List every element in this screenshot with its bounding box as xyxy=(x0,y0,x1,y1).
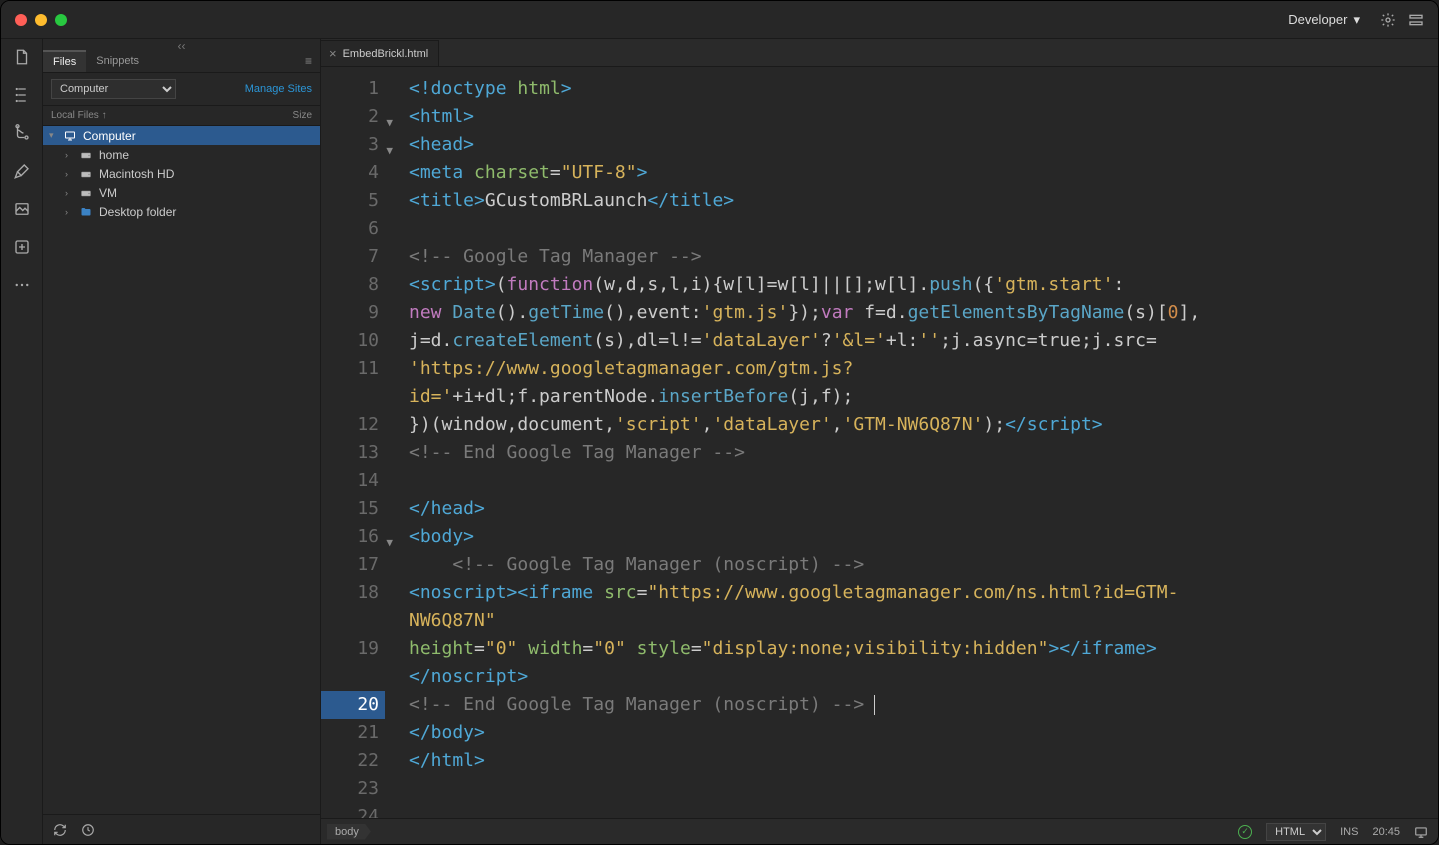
preferences-icon[interactable] xyxy=(1408,12,1424,28)
workspace-switcher[interactable]: Developer ▾ xyxy=(1280,8,1368,32)
statusbar: body ✓ HTML INS 20:45 xyxy=(321,818,1438,844)
file-manager-icon[interactable] xyxy=(12,85,32,105)
files-panel: ‹‹ Files Snippets ≡ Computer Manage Site… xyxy=(43,39,321,844)
tab-snippets[interactable]: Snippets xyxy=(86,51,149,71)
col-local-files[interactable]: Local Files ↑ xyxy=(51,110,293,121)
tree-item[interactable]: ▾Computer xyxy=(43,126,320,145)
panel-collapse-icon[interactable]: ‹‹ xyxy=(43,39,320,49)
cursor-position: 20:45 xyxy=(1372,826,1400,838)
workspace-label: Developer xyxy=(1288,12,1347,27)
tree-item[interactable]: ›Desktop folder xyxy=(43,202,320,221)
sync-icon[interactable] xyxy=(81,823,95,837)
chevron-down-icon: ▾ xyxy=(1353,12,1360,28)
close-tab-icon[interactable]: × xyxy=(329,46,337,61)
panel-tabs: Files Snippets ≡ xyxy=(43,49,320,73)
new-file-icon[interactable] xyxy=(12,47,32,67)
insert-icon[interactable] xyxy=(12,237,32,257)
tree-item[interactable]: ›home xyxy=(43,145,320,164)
code-editor[interactable]: 12▼3▼45678910111213141516▼17181920212223… xyxy=(321,67,1438,818)
col-size[interactable]: Size xyxy=(293,110,312,121)
editor-tabbar: × EmbedBrickl.html xyxy=(321,39,1438,67)
assets-icon[interactable] xyxy=(12,199,32,219)
maximize-window-button[interactable] xyxy=(55,14,67,26)
tree-item[interactable]: ›VM xyxy=(43,183,320,202)
manage-sites-link[interactable]: Manage Sites xyxy=(245,83,312,95)
titlebar: Developer ▾ xyxy=(1,1,1438,39)
status-ok-icon[interactable]: ✓ xyxy=(1238,825,1252,839)
insert-mode[interactable]: INS xyxy=(1340,826,1358,838)
brush-icon[interactable] xyxy=(12,161,32,181)
more-icon[interactable] xyxy=(12,275,32,295)
app-window: Developer ▾ ‹‹ Files xyxy=(0,0,1439,845)
file-tree[interactable]: ▾Computer›home›Macintosh HD›VM›Desktop f… xyxy=(43,126,320,814)
code-content[interactable]: <!doctype html><html><head><meta charset… xyxy=(385,67,1438,818)
close-window-button[interactable] xyxy=(15,14,27,26)
window-controls xyxy=(15,14,67,26)
tool-rail xyxy=(1,39,43,844)
line-gutter: 12▼3▼45678910111213141516▼17181920212223… xyxy=(321,67,385,818)
panel-menu-icon[interactable]: ≡ xyxy=(297,54,320,68)
editor-area: × EmbedBrickl.html 12▼3▼4567891011121314… xyxy=(321,39,1438,844)
tab-files[interactable]: Files xyxy=(43,50,86,72)
file-tab[interactable]: × EmbedBrickl.html xyxy=(321,40,439,66)
refresh-icon[interactable] xyxy=(53,823,67,837)
tree-item[interactable]: ›Macintosh HD xyxy=(43,164,320,183)
breadcrumb[interactable]: body xyxy=(327,824,371,840)
screen-size-icon[interactable] xyxy=(1414,825,1428,839)
language-selector[interactable]: HTML xyxy=(1266,823,1326,841)
git-icon[interactable] xyxy=(12,123,32,143)
file-tab-label: EmbedBrickl.html xyxy=(343,48,429,60)
site-dropdown[interactable]: Computer xyxy=(51,79,176,99)
minimize-window-button[interactable] xyxy=(35,14,47,26)
sync-settings-icon[interactable] xyxy=(1380,12,1396,28)
